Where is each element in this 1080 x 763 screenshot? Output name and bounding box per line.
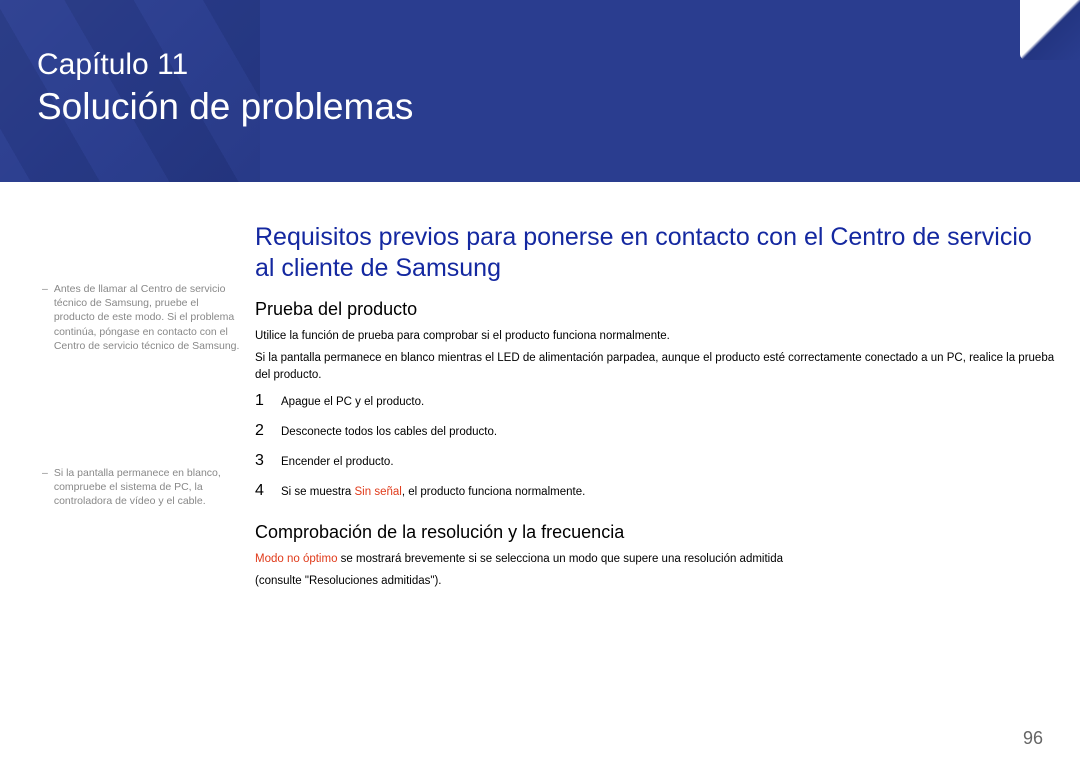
- paragraph: Utilice la función de prueba para compro…: [255, 328, 1055, 345]
- red-term: Modo no óptimo: [255, 553, 337, 565]
- chapter-banner: Capítulo 11 Solución de problemas: [0, 0, 1080, 182]
- step-number: 1: [255, 392, 281, 410]
- step-text: Desconecte todos los cables del producto…: [281, 426, 497, 438]
- section-resolution: Comprobación de la resolución y la frecu…: [255, 522, 1055, 590]
- step-item: 2 Desconecte todos los cables del produc…: [255, 422, 1055, 440]
- paragraph-rest: se mostrará brevemente si se selecciona …: [337, 553, 783, 565]
- subheading-resolution: Comprobación de la resolución y la frecu…: [255, 522, 1055, 543]
- step-text: Encender el producto.: [281, 456, 394, 468]
- dash-icon: –: [42, 282, 48, 296]
- paragraph: Modo no óptimo se mostrará brevemente si…: [255, 551, 1055, 568]
- step-number: 2: [255, 422, 281, 440]
- paragraph: (consulte "Resoluciones admitidas").: [255, 573, 1055, 590]
- margin-note-2: – Si la pantalla permanece en blanco, co…: [42, 466, 242, 509]
- chapter-label: Capítulo 11: [37, 48, 188, 82]
- steps-list: 1 Apague el PC y el producto. 2 Desconec…: [255, 392, 1055, 500]
- step-text: Si se muestra Sin señal, el producto fun…: [281, 486, 585, 498]
- dash-icon: –: [42, 466, 48, 480]
- step-number: 3: [255, 452, 281, 470]
- section-heading: Requisitos previos para ponerse en conta…: [255, 222, 1055, 285]
- step-suffix: , el producto funciona normalmente.: [402, 486, 585, 498]
- step-prefix: Si se muestra: [281, 486, 355, 498]
- subheading-product-test: Prueba del producto: [255, 299, 1055, 320]
- page-content: – Antes de llamar al Centro de servicio …: [0, 182, 1080, 596]
- step-item: 3 Encender el producto.: [255, 452, 1055, 470]
- paragraph: Si la pantalla permanece en blanco mient…: [255, 350, 1055, 383]
- margin-note-1: – Antes de llamar al Centro de servicio …: [42, 282, 242, 353]
- page-number: 96: [1023, 728, 1043, 749]
- step-text: Apague el PC y el producto.: [281, 396, 424, 408]
- chapter-title: Solución de problemas: [37, 86, 413, 128]
- step-item: 1 Apague el PC y el producto.: [255, 392, 1055, 410]
- main-column: Requisitos previos para ponerse en conta…: [255, 222, 1055, 590]
- step-item: 4 Si se muestra Sin señal, el producto f…: [255, 482, 1055, 500]
- margin-note-2-text: Si la pantalla permanece en blanco, comp…: [54, 466, 242, 509]
- margin-note-1-text: Antes de llamar al Centro de servicio té…: [54, 282, 242, 353]
- step-number: 4: [255, 482, 281, 500]
- step-red-text: Sin señal: [355, 486, 402, 498]
